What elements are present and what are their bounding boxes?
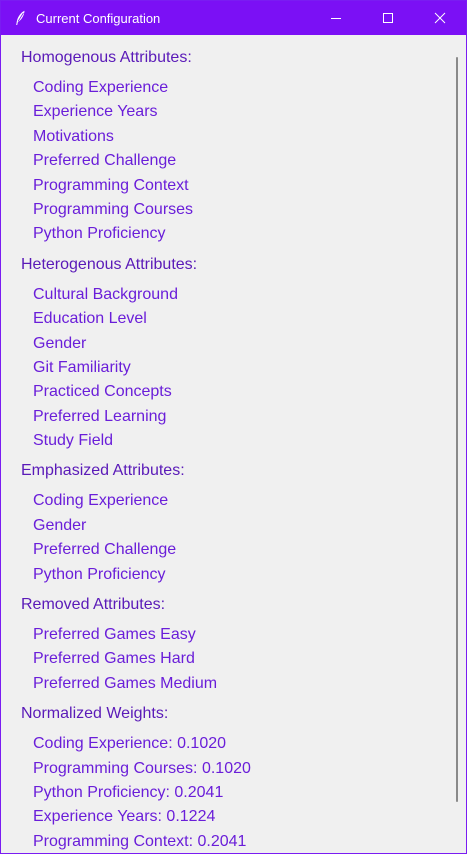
list-item: Gender <box>33 516 87 534</box>
list-item: Preferred Challenge <box>33 541 177 559</box>
list-item: Practiced Concepts <box>33 383 172 401</box>
maximize-button[interactable] <box>362 1 414 35</box>
list-item: Motivations <box>33 127 114 145</box>
list-item: Experience Years <box>33 103 158 121</box>
list-item: Coding Experience <box>33 79 169 96</box>
list-item: Cultural Background <box>33 285 178 303</box>
list-item: Preferred Games Hard <box>33 650 195 668</box>
list-item: Coding Experience <box>33 492 169 510</box>
list-item: Python Proficiency <box>33 565 166 583</box>
list-item: Python Proficiency: 0.2041 <box>33 783 224 801</box>
list-item: Education Level <box>33 310 147 328</box>
section-normalized-weights: Normalized Weights: Coding Experience: 0… <box>1 704 447 853</box>
section-header: Heterogenous Attributes: <box>21 255 198 273</box>
maximize-icon <box>383 13 393 23</box>
list-item: Preferred Games Medium <box>33 674 218 692</box>
list-item: Experience Years: 0.1224 <box>33 808 216 826</box>
list-item: Preferred Challenge <box>33 152 177 170</box>
section-header: Homogenous Attributes: <box>21 49 192 66</box>
section-heterogenous-attributes: Heterogenous Attributes: Cultural Backgr… <box>1 255 447 456</box>
section-emphasized-attributes: Emphasized Attributes: Coding Experience… <box>1 461 447 589</box>
title-bar[interactable]: Current Configuration <box>1 1 466 35</box>
section-removed-attributes: Removed Attributes: Preferred Games Easy… <box>1 595 447 698</box>
section-header: Emphasized Attributes: <box>21 462 185 480</box>
list-item: Programming Context: 0.2041 <box>33 832 247 850</box>
list-item: Programming Courses: 0.1020 <box>33 759 251 777</box>
list-item: Preferred Games Easy <box>33 626 196 644</box>
minimize-icon <box>331 18 341 19</box>
feather-icon <box>9 1 31 35</box>
section-header: Removed Attributes: <box>21 596 166 614</box>
list-item: Preferred Learning <box>33 407 167 425</box>
configuration-window: Current Configuration Homogenous Attribu… <box>0 0 467 854</box>
section-header: Normalized Weights: <box>21 705 169 723</box>
close-button[interactable] <box>414 1 466 35</box>
list-item: Study Field <box>33 432 114 450</box>
list-item: Programming Courses <box>33 200 194 218</box>
scrollbar-thumb[interactable] <box>456 57 458 802</box>
list-item: Programming Context <box>33 176 189 194</box>
window-title: Current Configuration <box>36 10 161 26</box>
list-item: Python Proficiency <box>33 225 166 243</box>
list-item: Gender <box>33 334 87 352</box>
vertical-scrollbar[interactable] <box>448 35 465 853</box>
list-item: Git Familiarity <box>33 358 131 376</box>
minimize-button[interactable] <box>310 1 362 35</box>
section-homogenous-attributes: Homogenous Attributes: Coding Experience… <box>1 48 447 249</box>
configuration-content[interactable]: Homogenous Attributes: Coding Experience… <box>1 35 447 853</box>
close-icon <box>434 12 446 24</box>
list-item: Coding Experience: 0.1020 <box>33 735 227 753</box>
